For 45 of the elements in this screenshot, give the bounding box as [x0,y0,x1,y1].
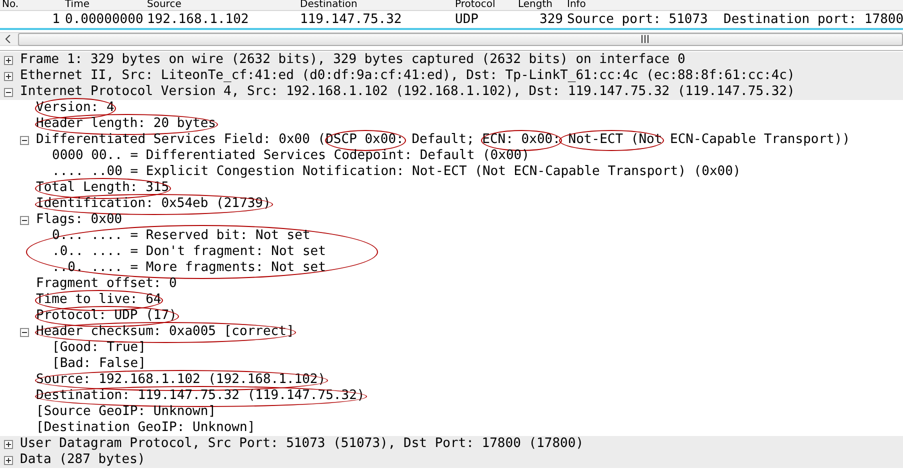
tree-item-text: Total Length: 315 [36,180,170,195]
tree-item-text: Fragment offset: 0 [36,276,177,291]
tree-item-text: Default; [410,132,476,147]
expand-icon[interactable] [4,72,13,80]
tree-item-text: DSCP 0x00: [326,132,404,147]
tree-row[interactable]: Internet Protocol Version 4, Src: 192.168.1.102 (192.168.1.102), Dst: 119.147.75.32 (119.147.75.32) [0,84,903,100]
collapse-icon[interactable] [20,328,29,336]
tree-item-text: User Datagram Protocol, Src Port: 51073 (51073), Dst Port: 17800 (17800) [20,436,584,451]
tree-row[interactable]: Frame 1: 329 bytes on wire (2632 bits), 329 bytes captured (2632 bits) on interface 0 [0,52,903,68]
packet-row[interactable]: 1 0.00000000 192.168.1.102 119.147.75.32 UDP 329 Source port: 51073 Destination port: 17800 [0,11,903,28]
collapse-icon[interactable] [20,216,29,224]
tree-item-text: Ethernet II, Src: LiteonTe_cf:41:ed (d0:df:9a:cf:41:ed), Dst: Tp-LinkT_61:cc:4c (ec:88:8f:61:cc:4c) [20,68,795,83]
column-header[interactable]: No. [0,0,65,10]
tree-item-text: [Good: True] [52,340,146,355]
expand-icon[interactable] [4,440,13,448]
tree-item-text: Destination: 119.147.75.32 (119.147.75.32) [36,388,365,403]
tree-item-text: 0000 00.. = Differentiated Services Codepoint: Default (0x00) [52,148,530,163]
tree-item-text: [Destination GeoIP: Unknown] [36,420,256,435]
expand-icon[interactable] [4,56,13,64]
tree-row[interactable]: Data (287 bytes) [0,452,903,468]
expand-icon[interactable] [4,456,13,464]
tree-item-text: Source: 192.168.1.102 (192.168.1.102) [36,372,326,387]
tree-item-text: ECN-Capable Transport)) [669,132,850,147]
tree-item-text: Frame 1: 329 bytes on wire (2632 bits), 329 bytes captured (2632 bits) on interface 0 [20,52,686,67]
tree-item-text: Internet Protocol Version 4, Src: 192.168.1.102 (192.168.1.102), Dst: 119.147.75.32 (119.147.75.32) [20,84,795,99]
tree-item-text: Protocol: UDP (17) [36,308,177,323]
tree-item-text: Not-ECT (Not [567,132,662,147]
tree-item-text: Flags: 0x00 [36,212,122,227]
tree-item-text: Version: 4 [36,100,114,115]
tree-row[interactable]: User Datagram Protocol, Src Port: 51073 (51073), Dst Port: 17800 (17800) [0,436,903,452]
tree-item-text: Data (287 bytes) [20,452,146,467]
tree-row[interactable]: Ethernet II, Src: LiteonTe_cf:41:ed (d0:df:9a:cf:41:ed), Dst: Tp-LinkT_61:cc:4c (ec:88:8f:61:cc:4c) [0,68,903,84]
tree-item-text: .0.. .... = Don't fragment: Not set [52,244,326,259]
tree-item-text: Time to live: 64 [36,292,162,307]
tree-item-text: .... ..00 = Explicit Congestion Notification: Not-ECT (Not ECN-Capable Transport) (0x00) [52,164,741,179]
tree-item-text: Header checksum: 0xa005 [correct] [36,324,294,339]
tree-item-text: [Source GeoIP: Unknown] [36,404,216,419]
collapse-icon[interactable] [4,88,13,96]
tree-item-text: Header length: 20 bytes [36,116,216,131]
collapse-icon[interactable] [20,136,29,144]
tree-item-text: Identification: 0x54eb (21739) [36,196,271,211]
tree-item-text: [Bad: False] [52,356,146,371]
grip-icon [641,35,650,43]
tree-item-text: ECN: 0x00: [482,132,560,147]
tree-item-text: Differentiated Services Field: 0x00 ( [36,132,326,147]
